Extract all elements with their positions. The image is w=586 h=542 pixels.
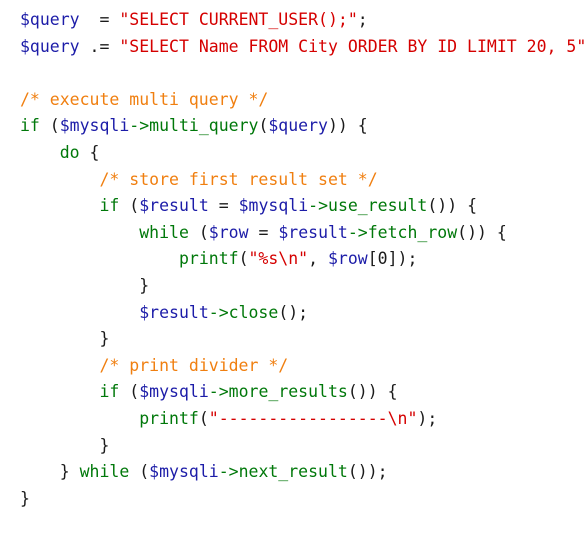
code-token-plain: = xyxy=(208,196,239,216)
code-line: do { xyxy=(20,141,100,165)
code-token-plain: ( xyxy=(119,196,140,216)
code-line: /* print divider */ xyxy=(20,354,288,378)
code-line: } xyxy=(20,327,109,351)
code-token-variable: $result xyxy=(278,222,348,242)
code-line: if ($mysqli->more_results()) { xyxy=(20,380,398,404)
code-token-plain: } xyxy=(20,276,150,295)
code-token-keyword: printf xyxy=(178,249,239,269)
code-token-string: "%s\n" xyxy=(248,249,309,269)
code-token-plain: ( xyxy=(258,116,269,136)
code-token-plain: ()) { xyxy=(457,222,507,242)
code-token-keyword: ->use_result xyxy=(308,196,428,216)
code-token-keyword: while xyxy=(79,462,130,482)
code-token-plain: } xyxy=(20,462,80,482)
code-token-plain: .= xyxy=(79,36,120,56)
code-token-keyword: ->close xyxy=(208,302,279,322)
code-token-variable: $query xyxy=(20,10,80,29)
code-token-plain: } xyxy=(20,435,110,455)
code-token-keyword: if xyxy=(99,382,120,402)
code-token-keyword: ->more_results xyxy=(208,382,348,402)
code-token-variable: $query xyxy=(268,116,328,136)
code-line: /* store first result set */ xyxy=(20,168,378,192)
code-token-plain: ( xyxy=(238,249,249,269)
code-line: if ($result = $mysqli->use_result()) { xyxy=(20,194,477,218)
code-line: } xyxy=(20,487,30,511)
code-line: while ($row = $result->fetch_row()) { xyxy=(20,221,507,245)
code-token-keyword: while xyxy=(139,222,189,242)
code-token-plain: ); xyxy=(417,409,438,428)
code-token-keyword: ->next_result xyxy=(218,462,348,482)
code-line: $result->close(); xyxy=(20,301,308,325)
code-token-variable: $row xyxy=(327,249,368,269)
code-token-plain: ( xyxy=(119,382,140,402)
code-token-plain: ()) { xyxy=(427,196,478,216)
code-line: $query .= "SELECT Name FROM City ORDER B… xyxy=(20,35,586,59)
code-token-plain: ()) { xyxy=(347,382,398,402)
code-token-variable: $row xyxy=(208,222,249,242)
code-token-plain: } xyxy=(20,488,30,508)
code-view: $query = "SELECT CURRENT_USER();"; $query… xyxy=(0,0,586,542)
code-token-keyword: printf xyxy=(139,409,199,428)
code-token-string: "SELECT Name FROM City ORDER BY ID LIMIT… xyxy=(119,36,586,56)
code-token-variable: $result xyxy=(139,196,209,216)
code-token-variable: $mysqli xyxy=(149,462,219,482)
code-line: $query = "SELECT CURRENT_USER();"; xyxy=(20,8,368,32)
code-token-comment: /* execute multi query */ xyxy=(20,89,269,109)
code-line: if ($mysqli->multi_query($query)) { xyxy=(20,114,368,138)
code-line: } while ($mysqli->next_result()); xyxy=(20,460,388,484)
code-token-keyword: ->fetch_row xyxy=(347,222,458,242)
code-token-plain: ()); xyxy=(347,462,388,482)
code-line: } xyxy=(20,274,149,298)
code-token-comment: /* print divider */ xyxy=(99,355,289,375)
code-token-plain: = xyxy=(79,10,120,29)
code-token-plain: ; xyxy=(357,10,368,29)
code-line: } xyxy=(20,434,109,458)
code-token-comment: /* store first result set */ xyxy=(99,169,378,189)
code-line: printf("-----------------\n"); xyxy=(20,407,437,431)
code-line: /* execute multi query */ xyxy=(20,88,268,112)
code-token-variable: $mysqli xyxy=(139,382,209,402)
code-token-plain: = xyxy=(248,222,279,242)
code-token-keyword: if xyxy=(20,116,40,136)
code-token-plain: (); xyxy=(278,302,309,322)
code-token-keyword: do xyxy=(59,143,80,162)
code-token-plain: [0]); xyxy=(367,249,418,269)
code-token-plain: ( xyxy=(188,222,209,242)
code-token-plain: } xyxy=(20,329,110,349)
code-token-variable: $query xyxy=(20,36,80,56)
code-token-plain: { xyxy=(79,143,100,162)
code-token-plain: ( xyxy=(39,116,60,136)
code-token-string: "-----------------\n" xyxy=(208,409,418,428)
code-token-variable: $mysqli xyxy=(59,116,130,136)
code-token-variable: $result xyxy=(139,302,209,322)
code-token-plain: ( xyxy=(129,462,150,482)
code-token-plain: ( xyxy=(198,409,209,428)
code-token-plain: , xyxy=(308,249,328,269)
code-token-variable: $mysqli xyxy=(238,196,309,216)
code-token-plain: )) { xyxy=(327,116,368,136)
code-token-string: "SELECT CURRENT_USER();" xyxy=(119,10,358,29)
code-line: printf("%s\n", $row[0]); xyxy=(20,247,417,271)
code-token-keyword: if xyxy=(99,196,120,216)
code-token-keyword: ->multi_query xyxy=(129,116,259,136)
